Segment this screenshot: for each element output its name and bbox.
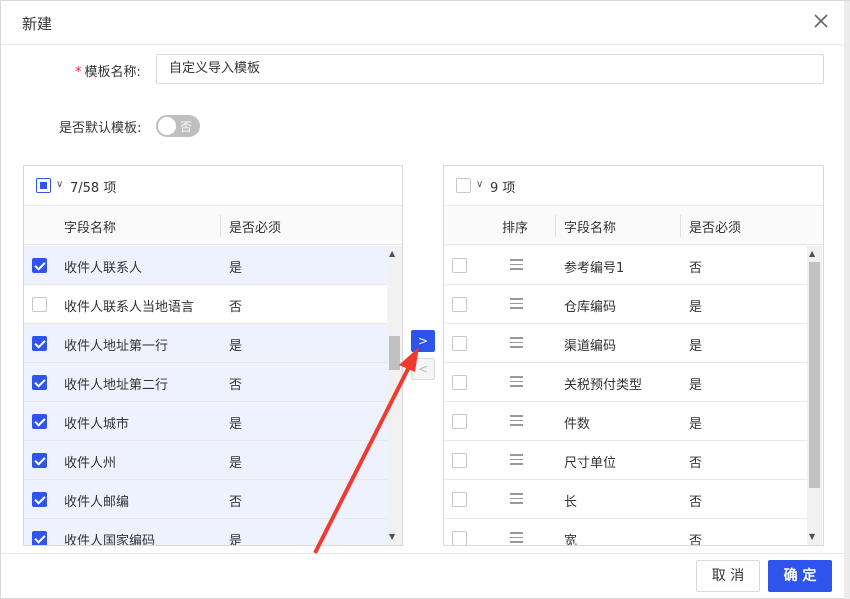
new-template-dialog: 新建 * 模板名称: 自定义导入模板 是否默认模板: 否 ∨ 7/58 项 字段名…: [0, 0, 850, 599]
background-strip: [844, 1, 850, 599]
annotation-arrow: [313, 347, 419, 554]
